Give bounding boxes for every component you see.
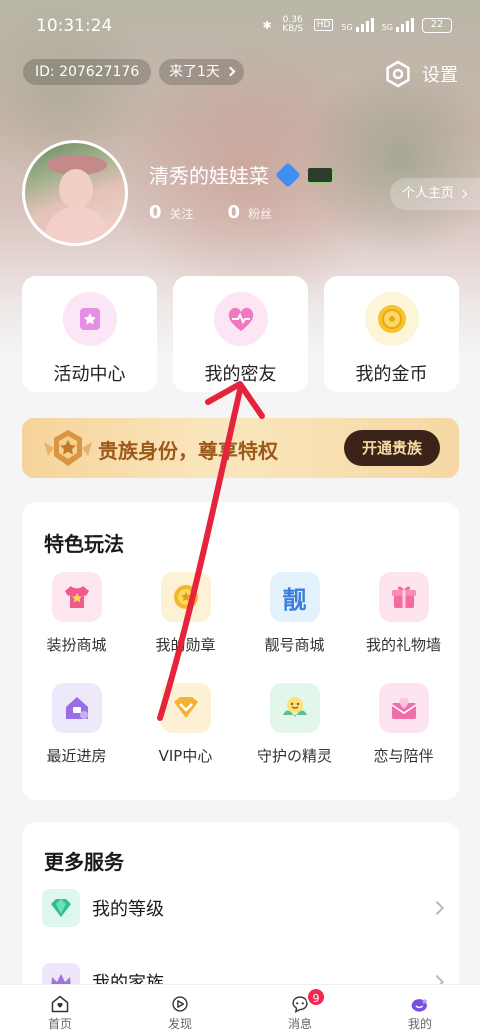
username: 清秀的娃娃菜 [149,164,269,188]
star-flag-icon [62,292,117,346]
feature-item-gift-wall[interactable]: 我的礼物墙 [349,572,458,655]
signal-icon-2: 5G [382,18,414,32]
following-label[interactable]: 关注 [170,205,194,222]
level-badge-icon [307,166,333,183]
tab-label: 首页 [47,1017,72,1031]
days-joined-label: 来了1天 [169,64,220,80]
card-label: 活动中心 [53,364,126,385]
feature-label: 我的礼物墙 [365,636,441,654]
features-grid: 装扮商城 我的勋章 靓 靓号商城 我的礼物墙 最近进房 VIP中心 守护の精灵 … [22,572,459,766]
status-icons: ✱ 0.36 KB/S HD 5G 5G 22 [262,16,452,34]
unread-badge: 9 [306,987,326,1007]
tab-me[interactable]: 我的 [360,985,480,1032]
fans-label[interactable]: 粉丝 [248,205,272,222]
feature-label: 恋与陪伴 [373,747,434,765]
gem-icon [42,889,80,927]
feature-label: 守护の精灵 [256,747,332,765]
medal-icon [160,572,211,622]
heart-pulse-icon [213,292,268,346]
card-label: 我的金币 [355,364,428,385]
gold-coin-icon [364,292,419,346]
pretty-number-glyph: 靓 [282,585,307,614]
feature-label: VIP中心 [158,747,213,765]
username-row: 清秀的娃娃菜 [149,160,333,189]
signal-icon: 5G [341,18,374,32]
avatar[interactable] [22,140,128,246]
vip-diamond-icon [160,683,211,733]
noble-banner[interactable]: 贵族身份，尊享特权 开通贵族 [22,418,459,478]
sprite-icon [269,683,320,733]
chevron-right-icon [458,189,468,199]
status-time: 10:31:24 [36,16,113,36]
pretty-number-icon: 靓 [269,572,320,622]
tab-label: 我的 [407,1017,432,1031]
home-heart-icon [51,995,69,1013]
tab-discover[interactable]: 发现 [120,985,240,1032]
feature-item-recent-rooms[interactable]: 最近进房 [22,683,131,766]
days-joined-chip[interactable]: 来了1天 [158,58,246,86]
my-level-label: 我的等级 [92,899,164,920]
feature-item-my-medals[interactable]: 我的勋章 [131,572,240,655]
card-label: 我的密友 [204,364,277,385]
chevron-right-icon [429,900,445,916]
settings-label: 设置 [422,65,458,86]
bottom-tab-bar: 首页 发现 9 消息 我的 [0,984,480,1032]
section-title: 特色玩法 [44,532,124,556]
love-letter-icon [378,683,429,733]
section-title: 更多服务 [44,850,124,874]
feature-item-pretty-number-mall[interactable]: 靓 靓号商城 [240,572,349,655]
follow-stats: 0 关注 0 粉丝 [149,202,298,223]
feature-label: 最近进房 [46,747,107,765]
feature-label: 装扮商城 [46,636,107,654]
profile-avatar-icon [411,998,428,1012]
tab-messages[interactable]: 9 消息 [240,985,360,1032]
gift-icon [378,572,429,622]
personal-homepage-button[interactable]: 个人主页 [390,178,480,210]
features-section: 特色玩法 装扮商城 我的勋章 靓 靓号商城 我的礼物墙 最近进房 VIP中心 守… [22,502,459,800]
play-circle-icon [172,996,188,1012]
user-id-chip[interactable]: ID: 207627176 [22,58,153,86]
activate-noble-button[interactable]: 开通贵族 [344,430,440,466]
following-count[interactable]: 0 [149,202,162,223]
feature-label: 靓号商城 [264,636,325,654]
status-bar: 10:31:24 ✱ 0.36 KB/S HD 5G 5G 22 [0,0,480,56]
fans-count[interactable]: 0 [228,202,241,223]
my-level-row[interactable]: 我的等级 [42,888,445,928]
feature-item-dress-mall[interactable]: 装扮商城 [22,572,131,655]
tshirt-icon [51,572,102,622]
noble-badge-icon [44,430,92,466]
my-close-friends-card[interactable]: 我的密友 [173,276,308,392]
battery-icon: 22 [422,17,452,33]
feature-item-love-companion[interactable]: 恋与陪伴 [349,683,458,766]
tab-home[interactable]: 首页 [0,985,120,1032]
settings-button[interactable]: 设置 [384,60,458,88]
noble-text: 贵族身份，尊享特权 [98,439,278,463]
feature-item-vip-center[interactable]: VIP中心 [131,683,240,766]
tab-label: 发现 [167,1017,192,1031]
feature-item-guardian-sprite[interactable]: 守护の精灵 [240,683,349,766]
settings-icon [386,60,410,88]
hd-icon: HD [313,19,334,31]
quick-cards: 活动中心 我的密友 我的金币 [22,276,459,392]
personal-homepage-label: 个人主页 [402,186,455,201]
house-icon [51,683,102,733]
feature-label: 我的勋章 [155,636,216,654]
network-speed: 0.36 KB/S [282,15,304,34]
verified-diamond-icon [275,161,301,188]
my-gold-coins-card[interactable]: 我的金币 [324,276,459,392]
bluetooth-icon: ✱ [262,18,272,32]
chevron-right-icon [225,66,236,77]
tab-label: 消息 [287,1017,312,1031]
activity-center-card[interactable]: 活动中心 [22,276,157,392]
